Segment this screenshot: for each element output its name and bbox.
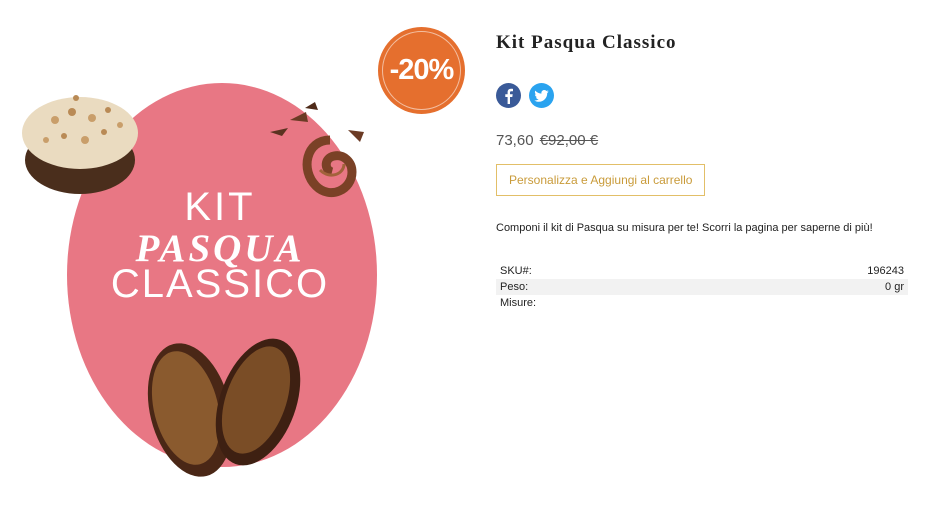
discount-badge-ring xyxy=(382,31,461,110)
spec-value-weight: 0 gr xyxy=(700,279,908,295)
discount-badge: -20% xyxy=(378,27,465,114)
table-row: Misure: xyxy=(496,295,908,311)
spec-value-sku: 196243 xyxy=(867,265,904,277)
twitter-icon xyxy=(534,89,549,102)
customize-add-to-cart-button[interactable]: Personalizza e Aggiungi al carrello xyxy=(496,164,706,196)
twitter-share-button[interactable] xyxy=(529,83,554,108)
product-description: Componi il kit di Pasqua su misura per t… xyxy=(496,222,873,234)
product-specs-table: SKU#: 196243 Peso: 0 gr Misure: xyxy=(496,263,908,311)
egg-title-line1: KIT xyxy=(184,185,256,229)
product-title: Kit Pasqua Classico xyxy=(496,32,677,53)
product-price: 73,60 €92,00 € xyxy=(496,132,598,149)
facebook-icon xyxy=(505,88,513,104)
spec-label-sku: SKU#: xyxy=(500,265,532,277)
spec-value-size xyxy=(700,295,908,311)
almond-cake xyxy=(22,95,138,194)
egg-title-line3: CLASSICO xyxy=(110,262,330,306)
facebook-share-button[interactable] xyxy=(496,83,521,108)
spec-label-size: Misure: xyxy=(500,297,537,309)
price-current: 73,60 xyxy=(496,132,534,149)
table-row: SKU#: 196243 xyxy=(496,263,908,279)
share-buttons xyxy=(496,83,554,108)
price-old: €92,00 € xyxy=(539,132,599,149)
spec-label-weight: Peso: xyxy=(496,279,701,295)
table-row: Peso: 0 gr xyxy=(496,279,908,295)
